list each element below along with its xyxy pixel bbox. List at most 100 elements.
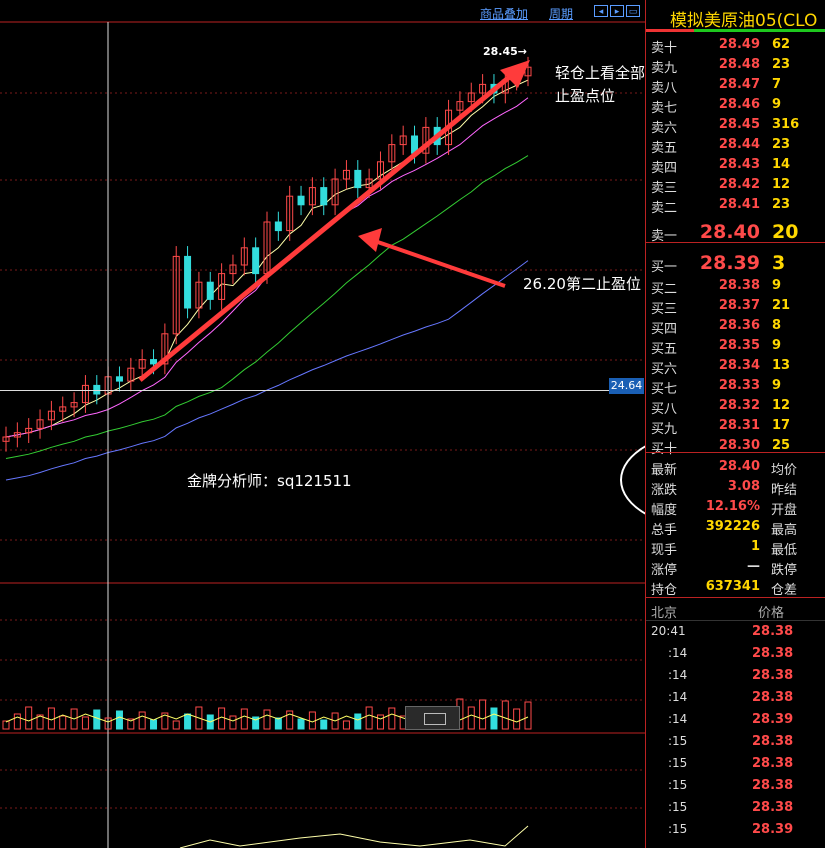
bid-row[interactable]: 买二 28.38 9 (646, 276, 825, 297)
bid-row[interactable]: 买六 28.34 13 (646, 356, 825, 377)
bid-price: 28.33 (718, 378, 760, 393)
ask-row[interactable]: 卖三 28.42 12 (646, 175, 825, 196)
volume-bar (138, 711, 146, 730)
bid-row[interactable]: 买三 28.37 21 (646, 296, 825, 317)
info-label: 最新 (651, 463, 678, 478)
tick-time: :14 (668, 690, 688, 704)
candle (354, 169, 362, 189)
ask-volume: 23 (772, 57, 791, 72)
ask-price: 28.49 (718, 37, 760, 52)
bid-volume: 17 (772, 418, 791, 433)
volume-bar (388, 707, 396, 730)
info-label2: 开盘 (771, 503, 798, 518)
volume-bar (81, 716, 89, 730)
candle (93, 384, 101, 395)
candle (150, 359, 158, 365)
ask-volume: 14 (772, 157, 791, 172)
ask-row[interactable]: 卖五 28.44 23 (646, 135, 825, 156)
info-value: 3.08 (727, 479, 760, 494)
tick-price: 28.38 (752, 624, 794, 639)
candle (252, 247, 260, 275)
volume-bar (240, 708, 248, 730)
candle (206, 281, 214, 300)
arrow-up-line (138, 68, 520, 382)
info-value: — (747, 559, 760, 574)
ask-row[interactable]: 卖九 28.48 23 (646, 55, 825, 76)
tick-price: 28.38 (752, 646, 794, 661)
contract-title: 模拟美原油05(CLO (670, 11, 818, 31)
kline-chart[interactable] (0, 0, 645, 848)
tick-row: :14 28.39 (646, 710, 825, 730)
ask-label: 卖五 (651, 141, 678, 156)
volume-bar (172, 720, 180, 730)
bid-row[interactable]: 买五 28.35 9 (646, 336, 825, 357)
tick-price: 28.38 (752, 756, 794, 771)
info-label2: 跌停 (771, 563, 798, 578)
volume-bar (184, 713, 192, 730)
ask-volume: 9 (772, 97, 782, 112)
peak-price-label: 28.45→ (483, 45, 528, 58)
ask-row[interactable]: 卖二 28.41 23 (646, 195, 825, 216)
ticks-city: 北京 (651, 606, 678, 621)
nav-expand-button[interactable]: ▭ (626, 5, 640, 17)
tick-time: :14 (668, 668, 688, 682)
bid-row[interactable]: 买十 28.30 25 (646, 436, 825, 457)
tick-time: :15 (668, 822, 688, 836)
candle (184, 255, 192, 309)
bid-row[interactable]: 买八 28.32 12 (646, 396, 825, 417)
volume-bar (93, 709, 101, 730)
info-label: 现手 (651, 543, 678, 558)
bid-row[interactable]: 买七 28.33 9 (646, 376, 825, 397)
ask-row[interactable]: 卖六 28.45 316 (646, 115, 825, 136)
chart-area[interactable]: 商品叠加 周期 ◂ ▸ ▭ 28.45→ 24.64 轻仓上看全部 止盈点位 2… (0, 0, 645, 848)
bid-label: 买三 (651, 302, 678, 317)
candle (320, 187, 328, 206)
tick-time: :15 (668, 756, 688, 770)
volume-bar (490, 707, 498, 730)
ask-row[interactable]: 卖七 28.46 9 (646, 95, 825, 116)
ask-row[interactable]: 卖八 28.47 7 (646, 75, 825, 96)
bid-row[interactable]: 买九 28.31 17 (646, 416, 825, 437)
nav-left-button[interactable]: ◂ (594, 5, 608, 17)
info-value: 1 (750, 539, 760, 554)
bid-row[interactable]: 买一 28.39 3 (646, 250, 825, 275)
info-value: 392226 (705, 519, 760, 534)
volume-bar (513, 708, 521, 730)
bid-label: 买八 (651, 402, 678, 417)
divider (646, 242, 825, 243)
ask-row[interactable]: 卖四 28.43 14 (646, 155, 825, 176)
volume-bar (2, 720, 10, 730)
crosshair-price-tag: 24.64 (609, 378, 644, 394)
ask-volume: 20 (772, 221, 799, 243)
tick-price: 28.38 (752, 734, 794, 749)
info-row: 总手 392226 最高 (646, 517, 825, 538)
volume-bar (354, 713, 362, 730)
annotation-second-target: 26.20第二止盈位 (523, 275, 641, 293)
volume-bar (218, 707, 226, 730)
nav-right-button[interactable]: ▸ (610, 5, 624, 17)
info-label: 幅度 (651, 503, 678, 518)
period-link[interactable]: 周期 (549, 5, 573, 22)
bid-volume: 9 (772, 278, 782, 293)
info-label: 持仓 (651, 583, 678, 598)
ask-row[interactable]: 卖一 28.40 20 (646, 219, 825, 244)
quote-panel: 模拟美原油05(CLO 卖十 28.49 62 卖九 28.48 23 卖八 28.47 7 卖七… (645, 0, 825, 848)
ma-line (5, 155, 529, 459)
bid-label: 买九 (651, 422, 678, 437)
tick-time: :15 (668, 800, 688, 814)
overlay-link[interactable]: 商品叠加 (480, 5, 528, 22)
ask-price: 28.43 (718, 157, 760, 172)
ask-price: 28.48 (718, 57, 760, 72)
analyst-label: 金牌分析师：sq121511 (187, 472, 352, 490)
bid-row[interactable]: 买四 28.36 8 (646, 316, 825, 337)
ask-volume: 62 (772, 37, 791, 52)
ask-row[interactable]: 卖十 28.49 62 (646, 35, 825, 56)
keyboard-icon[interactable] (405, 706, 460, 730)
ask-volume: 12 (772, 177, 791, 192)
ask-price: 28.40 (699, 221, 760, 243)
ask-price: 28.47 (718, 77, 760, 92)
ask-volume: 23 (772, 197, 791, 212)
ask-label: 卖六 (651, 121, 678, 136)
tick-price: 28.39 (752, 712, 794, 727)
volume-bar (150, 719, 158, 730)
